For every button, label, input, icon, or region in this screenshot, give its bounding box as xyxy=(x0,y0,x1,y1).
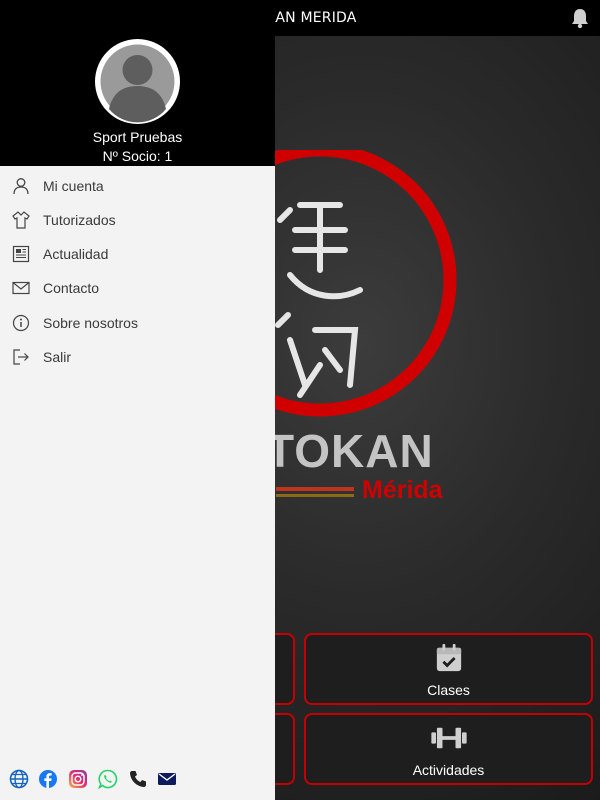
instagram-icon[interactable] xyxy=(68,769,88,789)
menu-item-label: Contacto xyxy=(43,280,100,296)
envelope-icon xyxy=(12,281,30,295)
tile-clases[interactable]: Clases xyxy=(304,633,593,705)
shirt-icon xyxy=(12,211,30,229)
menu-item-mi-cuenta[interactable]: Mi cuenta xyxy=(0,169,275,203)
logout-icon xyxy=(13,349,29,365)
menu-item-actualidad[interactable]: Actualidad xyxy=(0,237,275,271)
logo-stripe xyxy=(276,487,354,491)
menu-item-label: Actualidad xyxy=(43,246,109,262)
logo-wordmark: TOKAN xyxy=(266,425,434,477)
menu-item-salir[interactable]: Salir xyxy=(0,340,275,374)
facebook-icon[interactable] xyxy=(38,769,58,789)
tile-actividades[interactable]: Actividades xyxy=(304,713,593,785)
mail-icon[interactable] xyxy=(157,769,177,789)
navigation-drawer: Sport Pruebas Nº Socio: 1 Mi cuenta Tuto… xyxy=(0,0,275,800)
calendar-check-icon xyxy=(436,644,461,672)
info-icon xyxy=(12,314,30,332)
logo-city: Mérida xyxy=(362,476,443,504)
dumbbell-icon xyxy=(430,727,467,749)
logo-stripe xyxy=(276,494,354,497)
member-number: Nº Socio: 1 xyxy=(102,148,173,164)
menu-item-label: Tutorizados xyxy=(43,212,116,228)
menu-item-label: Sobre nosotros xyxy=(43,315,138,331)
user-icon xyxy=(13,178,29,195)
menu-item-label: Salir xyxy=(43,349,72,365)
menu-item-contacto[interactable]: Contacto xyxy=(0,271,275,305)
drawer-header: Sport Pruebas Nº Socio: 1 xyxy=(0,0,275,166)
bell-icon[interactable] xyxy=(570,7,590,29)
phone-icon[interactable] xyxy=(128,769,148,789)
tile-label: Actividades xyxy=(412,762,485,778)
whatsapp-icon[interactable] xyxy=(98,769,118,789)
user-name: Sport Pruebas xyxy=(92,129,183,145)
menu-item-tutorizados[interactable]: Tutorizados xyxy=(0,203,275,237)
newspaper-icon xyxy=(12,245,30,263)
tile-label: Clases xyxy=(427,682,470,698)
menu-item-label: Mi cuenta xyxy=(43,178,104,194)
globe-icon[interactable] xyxy=(9,769,29,789)
user-avatar-icon[interactable] xyxy=(95,39,180,124)
menu-item-sobre-nosotros[interactable]: Sobre nosotros xyxy=(0,306,275,340)
